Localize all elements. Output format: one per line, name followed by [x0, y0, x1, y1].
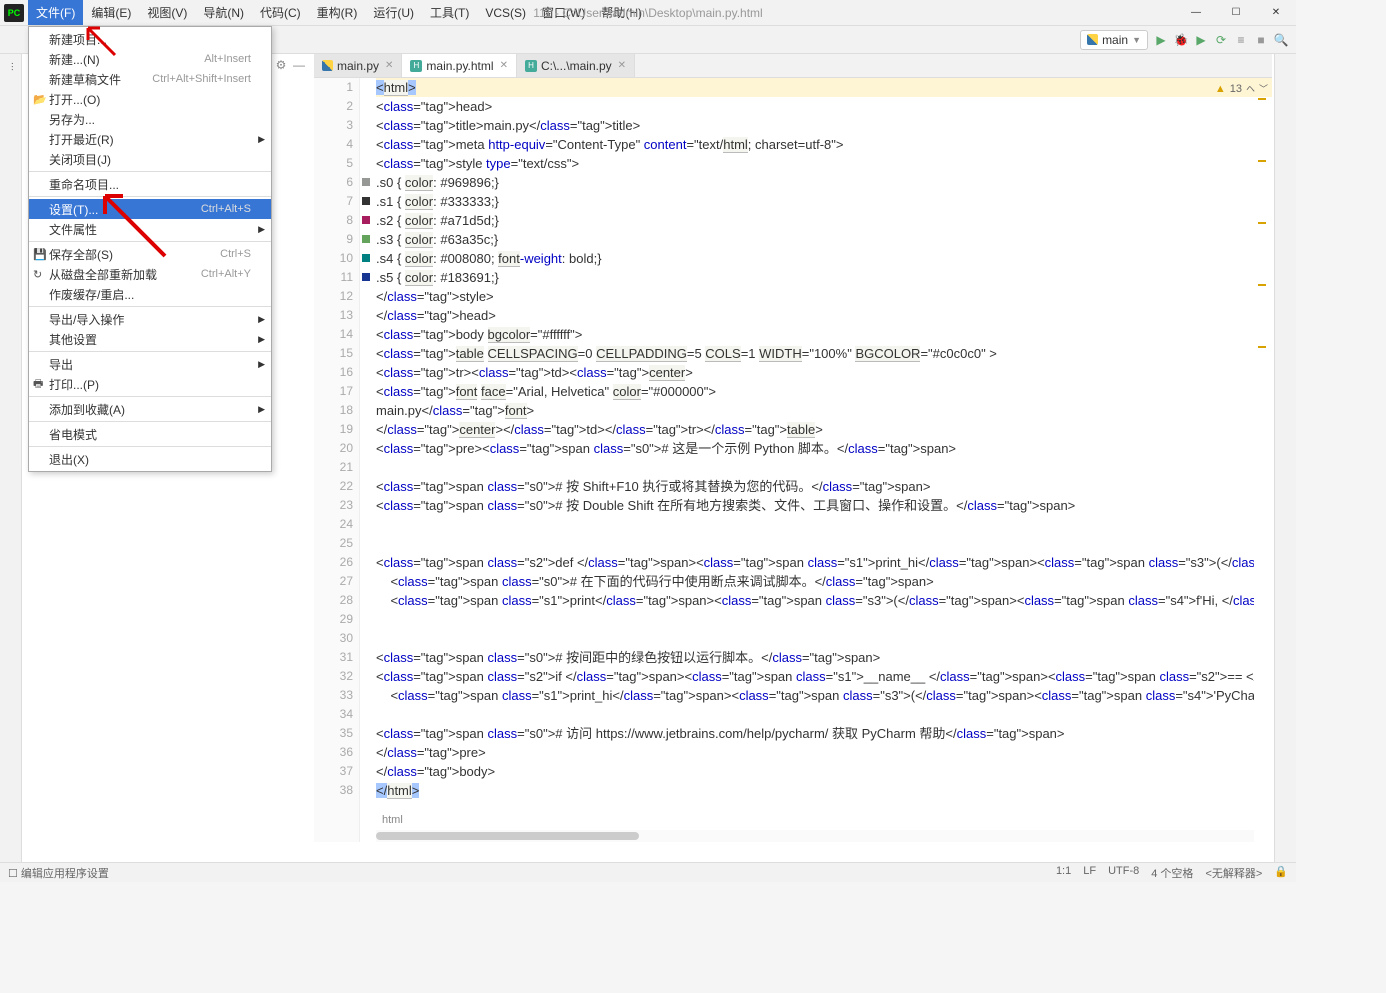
file-menu-item[interactable]: 导出/导入操作▶: [29, 309, 271, 329]
menu-item-2[interactable]: 视图(V): [139, 0, 195, 25]
editor-tab[interactable]: main.py✕: [314, 54, 402, 77]
editor-tab[interactable]: Hmain.py.html✕: [402, 54, 517, 77]
profile-icon[interactable]: ⟳: [1214, 33, 1228, 47]
left-tool-strip: ...: [0, 54, 22, 874]
gear-icon[interactable]: ⚙: [274, 58, 288, 72]
encoding[interactable]: UTF-8: [1108, 865, 1139, 881]
chevron-down-icon: ﹀: [1259, 82, 1268, 95]
close-button[interactable]: ✕: [1256, 0, 1296, 26]
problems-count: 13: [1230, 83, 1242, 95]
window-title: 111 - C:\Users\admin\Desktop\main.py.htm…: [533, 6, 762, 20]
line-sep[interactable]: LF: [1083, 865, 1096, 881]
indent[interactable]: 4 个空格: [1151, 865, 1193, 881]
file-menu-item[interactable]: 作废缓存/重启...: [29, 284, 271, 304]
py-icon: [322, 60, 333, 71]
file-menu-item[interactable]: 新建草稿文件Ctrl+Alt+Shift+Insert: [29, 69, 271, 89]
gutter: 1234567891011121314151617181920212223242…: [314, 78, 360, 842]
warning-icon: ▲: [1215, 83, 1226, 95]
html-icon: H: [525, 60, 537, 72]
tab-close-icon[interactable]: ✕: [618, 60, 626, 71]
chevron-down-icon: ▼: [1132, 35, 1141, 45]
file-menu-item[interactable]: 📂打开...(O): [29, 89, 271, 109]
file-menu-item[interactable]: 退出(X): [29, 449, 271, 469]
menu-item-4[interactable]: 代码(C): [252, 0, 309, 25]
file-menu-item[interactable]: 另存为...: [29, 109, 271, 129]
menu-item-0[interactable]: 文件(F): [28, 0, 83, 25]
stop-icon[interactable]: ■: [1254, 33, 1268, 47]
code-area[interactable]: <html><class="tag">head><class="tag">tit…: [376, 78, 1254, 842]
minimize-button[interactable]: —: [1176, 0, 1216, 26]
tab-close-icon[interactable]: ✕: [500, 60, 508, 71]
caret-position[interactable]: 1:1: [1056, 865, 1071, 881]
app-icon: PC: [4, 4, 24, 22]
file-menu-item[interactable]: 新建...(N)Alt+Insert: [29, 49, 271, 69]
breadcrumb[interactable]: html: [376, 812, 409, 828]
problems-badge[interactable]: ▲ 13 ヘ ﹀: [1215, 82, 1268, 95]
file-menu-item[interactable]: 打开最近(R)▶: [29, 129, 271, 149]
status-bar: ☐ 编辑应用程序设置 1:1 LF UTF-8 4 个空格 <无解释器> 🔒: [0, 862, 1296, 882]
file-menu-item[interactable]: 添加到收藏(A)▶: [29, 399, 271, 419]
interpreter[interactable]: <无解释器>: [1205, 865, 1262, 881]
menu-item-5[interactable]: 重构(R): [309, 0, 366, 25]
tab-close-icon[interactable]: ✕: [385, 60, 393, 71]
file-menu-item[interactable]: 🖶打印...(P): [29, 374, 271, 394]
editor-tabs: main.py✕Hmain.py.html✕HC:\...\main.py✕: [314, 54, 1272, 78]
file-menu-item[interactable]: 导出▶: [29, 354, 271, 374]
editor-tab[interactable]: HC:\...\main.py✕: [517, 54, 635, 77]
menu-item-1[interactable]: 编辑(E): [83, 0, 139, 25]
collapse-icon[interactable]: —: [292, 58, 306, 72]
status-hint: ☐ 编辑应用程序设置: [8, 865, 109, 881]
file-menu-item[interactable]: 新建项目...: [29, 29, 271, 49]
run-config-label: main: [1102, 33, 1128, 47]
file-menu-item[interactable]: 💾保存全部(S)Ctrl+S: [29, 244, 271, 264]
menu-item-6[interactable]: 运行(U): [365, 0, 422, 25]
chevron-up-icon: ヘ: [1246, 82, 1255, 95]
coverage-icon[interactable]: ▶: [1194, 33, 1208, 47]
file-menu-item[interactable]: 省电模式: [29, 424, 271, 444]
run-icon[interactable]: ▶: [1154, 33, 1168, 47]
titlebar: PC 文件(F)编辑(E)视图(V)导航(N)代码(C)重构(R)运行(U)工具…: [0, 0, 1296, 26]
file-menu-dropdown: 新建项目...新建...(N)Alt+Insert新建草稿文件Ctrl+Alt+…: [28, 26, 272, 472]
project-tool-tab[interactable]: ...: [4, 62, 16, 71]
editor: 1234567891011121314151617181920212223242…: [314, 78, 1272, 842]
menu-item-8[interactable]: VCS(S): [477, 0, 534, 25]
search-icon[interactable]: 🔍: [1274, 33, 1288, 47]
right-tool-strip: [1274, 54, 1296, 862]
file-menu-item[interactable]: 文件属性▶: [29, 219, 271, 239]
file-menu-item[interactable]: ↻从磁盘全部重新加载Ctrl+Alt+Y: [29, 264, 271, 284]
h-scrollbar[interactable]: [376, 830, 1254, 842]
file-menu-item[interactable]: 其他设置▶: [29, 329, 271, 349]
debug-icon[interactable]: 🐞: [1174, 33, 1188, 47]
run-config-dropdown[interactable]: main ▼: [1080, 30, 1148, 50]
maximize-button[interactable]: ☐: [1216, 0, 1256, 26]
html-icon: H: [410, 60, 422, 72]
menu-item-3[interactable]: 导航(N): [195, 0, 252, 25]
file-menu-item[interactable]: 设置(T)...Ctrl+Alt+S: [29, 199, 271, 219]
file-menu-item[interactable]: 关闭项目(J): [29, 149, 271, 169]
more-run-icon[interactable]: ≡: [1234, 33, 1248, 47]
file-menu-item[interactable]: 重命名项目...: [29, 174, 271, 194]
lock-icon[interactable]: 🔒: [1274, 865, 1288, 881]
marks-strip: [1258, 98, 1266, 408]
menu-item-7[interactable]: 工具(T): [422, 0, 477, 25]
python-icon: [1087, 34, 1098, 45]
